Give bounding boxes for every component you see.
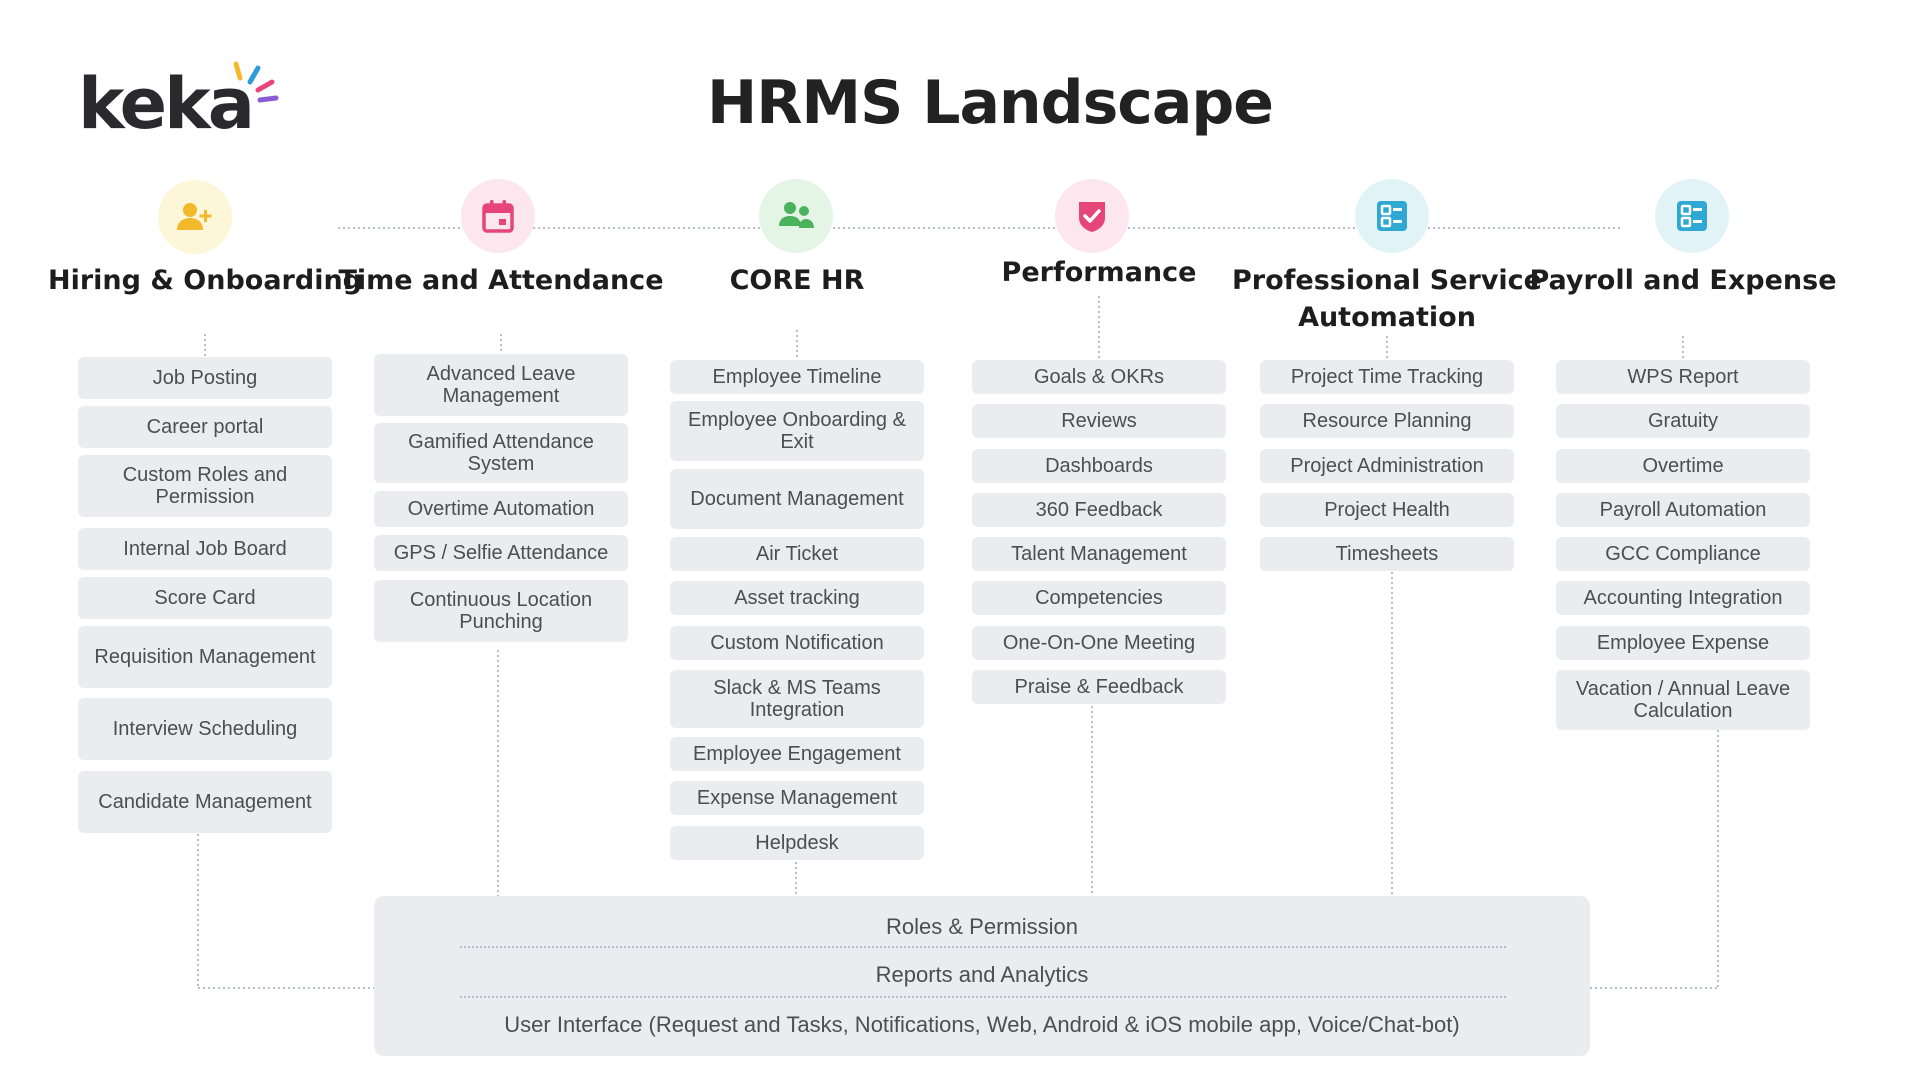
module-item: Talent Management <box>972 537 1226 571</box>
module-item: Vacation / Annual Leave Calculation <box>1556 670 1810 730</box>
module-item: Advanced Leave Management <box>374 354 628 416</box>
checklist-icon <box>1377 201 1407 231</box>
people-icon <box>779 202 814 228</box>
module-item: Air Ticket <box>670 537 924 571</box>
shield-check-icon <box>1079 202 1105 232</box>
module-item: Competencies <box>972 581 1226 615</box>
module-item: 360 Feedback <box>972 493 1226 527</box>
module-item: GPS / Selfie Attendance <box>374 535 628 571</box>
module-item: Gamified Attendance System <box>374 423 628 483</box>
calendar-icon <box>482 200 514 233</box>
page-title: HRMS Landscape <box>706 68 1274 138</box>
person-add-icon <box>177 203 212 230</box>
module-item: GCC Compliance <box>1556 537 1810 571</box>
module-item: Resource Planning <box>1260 404 1514 438</box>
module-item: Internal Job Board <box>78 528 332 570</box>
checklist-icon <box>1677 201 1707 231</box>
module-item: Payroll Automation <box>1556 493 1810 527</box>
module-item: Custom Notification <box>670 626 924 660</box>
foundation-roles: Roles & Permission <box>886 914 1078 939</box>
module-item: Employee Expense <box>1556 626 1810 660</box>
column-icon-core-hr <box>759 179 833 253</box>
column-title: Payroll and Expense <box>1529 265 1837 296</box>
module-item: Goals & OKRs <box>972 360 1226 394</box>
column-title: CORE HR <box>729 265 865 296</box>
column-title: Performance <box>1001 257 1197 288</box>
module-item: Employee Engagement <box>670 737 924 771</box>
column-title: Time and Attendance <box>338 265 664 296</box>
hrms-diagram: keka HRMS Landscape Hiring & Onboarding J… <box>0 0 1920 1080</box>
column-title: Hiring & Onboarding <box>47 265 363 296</box>
module-item: Job Posting <box>78 357 332 399</box>
module-item: Employee Onboarding & Exit <box>670 401 924 461</box>
module-item: Custom Roles and Permission <box>78 455 332 517</box>
module-item: Requisition Management <box>78 626 332 688</box>
module-item: Project Health <box>1260 493 1514 527</box>
module-item: One-On-One Meeting <box>972 626 1226 660</box>
foundation-reports: Reports and Analytics <box>875 962 1089 987</box>
module-item: Timesheets <box>1260 537 1514 571</box>
module-item: Expense Management <box>670 781 924 815</box>
module-item: Employee Timeline <box>670 360 924 394</box>
module-item: Continuous Location Punching <box>374 580 628 642</box>
module-item: Candidate Management <box>78 771 332 833</box>
module-item: Praise & Feedback <box>972 670 1226 704</box>
module-item: Overtime Automation <box>374 491 628 527</box>
module-item: Career portal <box>78 406 332 448</box>
module-item: Project Time Tracking <box>1260 360 1514 394</box>
column-icon-time-and-attendance <box>461 179 535 253</box>
module-item: Reviews <box>972 404 1226 438</box>
foundation-divider <box>460 996 1506 998</box>
module-item: Gratuity <box>1556 404 1810 438</box>
foundation-divider <box>460 946 1506 948</box>
column-icon-payroll-and-expense <box>1655 179 1729 253</box>
column-icon-performance <box>1055 179 1129 253</box>
foundation-panel: Roles & Permission Reports and Analytics… <box>374 896 1590 1056</box>
module-item: Asset tracking <box>670 581 924 615</box>
module-item: Slack & MS Teams Integration <box>670 670 924 728</box>
column-icon-professional-service-automation <box>1355 179 1429 253</box>
column-icon-hiring-and-onboarding <box>158 180 232 254</box>
column-title: Professional Service Automation <box>1232 265 1542 333</box>
module-item: Overtime <box>1556 449 1810 483</box>
module-item: Interview Scheduling <box>78 698 332 760</box>
foundation-ui: User Interface (Request and Tasks, Notif… <box>504 1012 1460 1037</box>
module-item: Accounting Integration <box>1556 581 1810 615</box>
module-item: WPS Report <box>1556 360 1810 394</box>
module-item: Document Management <box>670 469 924 529</box>
module-item: Project Administration <box>1260 449 1514 483</box>
module-item: Dashboards <box>972 449 1226 483</box>
module-item: Helpdesk <box>670 826 924 860</box>
module-item: Score Card <box>78 577 332 619</box>
